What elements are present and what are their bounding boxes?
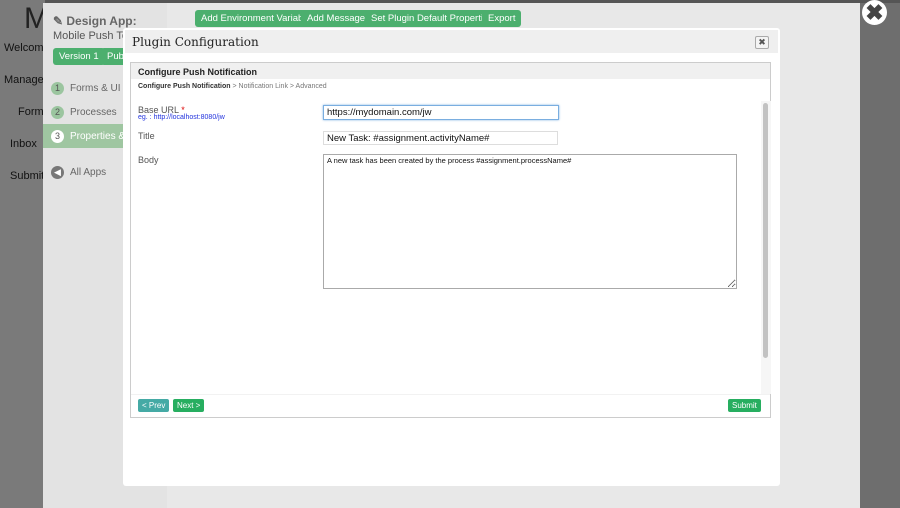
form-footer: < Prev Next > Submit	[131, 394, 770, 417]
dialog-title: Plugin Configuration	[132, 35, 259, 49]
edit-icon: ✎	[53, 14, 67, 28]
dialog-header: Plugin Configuration ✖	[125, 30, 778, 53]
dialog-close-icon[interactable]: ✖	[755, 36, 769, 49]
add-environment-variable-button[interactable]: Add Environment Variable	[195, 10, 317, 27]
add-message-button[interactable]: Add Message	[301, 10, 372, 27]
version-button[interactable]: Version 1	[53, 48, 105, 65]
breadcrumb: Configure Push Notification > Notificati…	[138, 83, 327, 90]
back-arrow-icon: ◀	[51, 165, 64, 179]
set-plugin-default-properties-button[interactable]: Set Plugin Default Properties	[365, 10, 499, 27]
export-button[interactable]: Export	[482, 10, 522, 27]
prev-button[interactable]: < Prev	[138, 399, 170, 412]
base-url-hint: eg. : http://localhost:8080/jw	[138, 114, 225, 121]
close-icon[interactable]: ✖	[862, 0, 887, 25]
body-textarea[interactable]: A new task has been created by the proce…	[323, 154, 737, 289]
design-app-title: ✎ Design App:	[53, 14, 137, 28]
config-form: Configure Push Notification Configure Pu…	[130, 62, 771, 418]
submit-button[interactable]: Submit	[728, 399, 761, 412]
body-label: Body	[138, 155, 159, 165]
next-button[interactable]: Next >	[173, 399, 205, 412]
form-scrollbar[interactable]	[761, 101, 771, 394]
base-url-input[interactable]	[323, 105, 559, 120]
scrollbar-thumb[interactable]	[763, 103, 768, 358]
title-label: Title	[138, 131, 155, 141]
title-input[interactable]	[323, 131, 558, 145]
section-title: Configure Push Notification	[131, 63, 770, 79]
background-nav: M Welcome Manage F Form Inbox Submit	[0, 0, 54, 508]
